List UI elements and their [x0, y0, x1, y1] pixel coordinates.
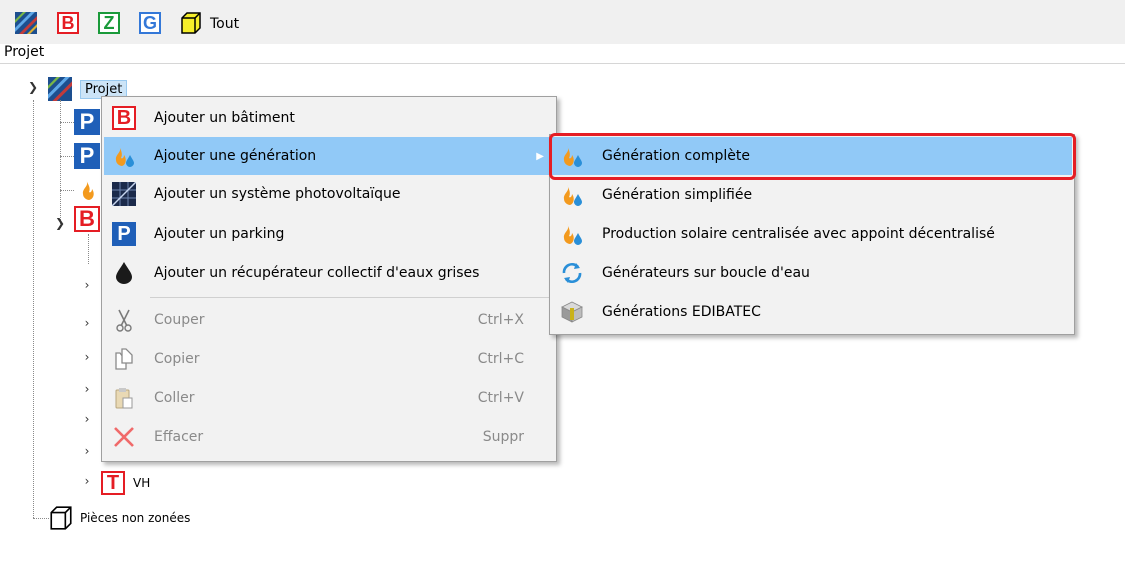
chevron-right-icon[interactable]: › — [80, 350, 94, 364]
tree-line — [33, 100, 34, 518]
menu-item-label: Ajouter un bâtiment — [154, 110, 295, 126]
menu-item-cut[interactable]: Couper Ctrl+X — [104, 301, 554, 339]
building-filter-button[interactable]: B — [55, 10, 81, 36]
submenu-arrow-icon: ▶ — [536, 150, 544, 162]
all-filter-button[interactable] — [178, 10, 204, 36]
submenu-item-centralized-solar[interactable]: Production solaire centralisée avec appo… — [552, 215, 1072, 253]
menu-item-add-photovoltaic[interactable]: Ajouter un système photovoltaïque — [104, 175, 554, 213]
menu-item-shortcut: Ctrl+C — [477, 351, 524, 367]
chevron-right-icon[interactable]: › — [80, 382, 94, 396]
chevron-right-icon[interactable]: › — [80, 412, 94, 426]
building-b-icon: B — [57, 12, 79, 34]
flame-drop-icon — [560, 222, 584, 246]
menu-item-label: Effacer — [154, 429, 204, 445]
zone-filter-button[interactable]: Z — [96, 10, 122, 36]
parking-p-icon: P — [112, 222, 136, 246]
menu-item-label: Ajouter un récupérateur collectif d'eaux… — [154, 265, 480, 281]
menu-item-paste[interactable]: Coller Ctrl+V — [104, 379, 554, 417]
context-menu: B Ajouter un bâtiment Ajouter une généra… — [101, 96, 557, 462]
tree-label-unzoned: Pièces non zonées — [80, 511, 191, 525]
panel-divider — [0, 63, 1125, 64]
tree-node-batiment[interactable]: B — [74, 206, 100, 232]
tree-node-generation[interactable] — [78, 177, 98, 203]
empty-cube-icon — [50, 506, 72, 530]
submenu-item-full-generation[interactable]: Génération complète — [552, 137, 1072, 175]
all-filter-label[interactable]: Tout — [210, 16, 239, 32]
type-t-icon: T — [101, 471, 125, 495]
menu-item-shortcut: Ctrl+V — [477, 390, 524, 406]
zone-z-icon: Z — [98, 12, 120, 34]
group-filter-button[interactable]: G — [137, 10, 163, 36]
flame-drop-icon — [560, 144, 584, 168]
parking-p-icon: P — [74, 143, 100, 169]
tree-line — [60, 156, 74, 157]
menu-item-label: Copier — [154, 351, 200, 367]
group-g-icon: G — [139, 12, 161, 34]
yellow-cube-icon — [181, 12, 201, 34]
submenu-item-simplified-generation[interactable]: Génération simplifiée — [552, 176, 1072, 214]
tree-line — [88, 234, 89, 264]
flame-icon — [82, 180, 94, 200]
tree-node-parking-1[interactable]: P — [74, 109, 100, 135]
generation-submenu: Génération complète Génération simplifié… — [549, 134, 1075, 335]
project-view-button[interactable] — [14, 10, 38, 36]
menu-item-add-building[interactable]: B Ajouter un bâtiment — [104, 99, 554, 137]
chevron-down-icon[interactable]: ❯ — [53, 216, 67, 230]
delete-x-icon — [112, 425, 136, 449]
menu-item-add-parking[interactable]: P Ajouter un parking — [104, 215, 554, 253]
tree-node-parking-2[interactable]: P — [74, 143, 100, 169]
submenu-item-label: Production solaire centralisée avec appo… — [602, 226, 995, 242]
flame-drop-icon — [560, 183, 584, 207]
menu-item-label: Couper — [154, 312, 205, 328]
menu-item-add-greywater-recuperator[interactable]: Ajouter un récupérateur collectif d'eaux… — [104, 254, 554, 292]
building-b-icon: B — [74, 206, 100, 232]
building-b-icon: B — [112, 106, 136, 130]
project-stripes-icon — [15, 12, 37, 34]
tree-node-vh[interactable]: T VH — [101, 470, 150, 496]
submenu-item-label: Générateurs sur boucle d'eau — [602, 265, 810, 281]
menu-separator — [150, 297, 550, 298]
menu-item-label: Ajouter un parking — [154, 226, 285, 242]
chevron-right-icon[interactable]: › — [80, 474, 94, 488]
panel-title: Projet — [4, 44, 45, 60]
menu-item-shortcut: Suppr — [482, 429, 524, 445]
water-drop-icon — [112, 261, 136, 285]
copy-icon — [112, 347, 136, 371]
chevron-right-icon[interactable]: › — [80, 278, 94, 292]
submenu-item-label: Générations EDIBATEC — [602, 304, 761, 320]
submenu-item-label: Génération simplifiée — [602, 187, 753, 203]
menu-item-label: Ajouter un système photovoltaïque — [154, 186, 401, 202]
tree-line — [60, 122, 74, 123]
tree-label-vh: VH — [133, 476, 151, 490]
menu-item-shortcut: Ctrl+X — [477, 312, 524, 328]
flame-drop-icon — [112, 144, 136, 168]
chevron-down-icon[interactable]: ❯ — [26, 80, 40, 94]
edibatec-box-icon — [560, 300, 584, 324]
submenu-item-water-loop[interactable]: Générateurs sur boucle d'eau — [552, 254, 1072, 292]
scissors-icon — [112, 308, 136, 332]
project-stripes-icon — [48, 77, 72, 101]
menu-item-label: Coller — [154, 390, 195, 406]
menu-item-label: Ajouter une génération — [154, 148, 317, 164]
chevron-right-icon[interactable]: › — [80, 444, 94, 458]
menu-item-delete[interactable]: Effacer Suppr — [104, 418, 554, 456]
tree-line — [33, 518, 49, 519]
paste-icon — [112, 386, 136, 410]
menu-item-copy[interactable]: Copier Ctrl+C — [104, 340, 554, 378]
submenu-item-label: Génération complète — [602, 148, 750, 164]
solar-panel-icon — [112, 182, 136, 206]
chevron-right-icon[interactable]: › — [80, 316, 94, 330]
tree-line — [60, 100, 61, 228]
parking-p-icon: P — [74, 109, 100, 135]
toolbar: B Z G Tout — [0, 0, 1125, 44]
submenu-item-edibatec[interactable]: Générations EDIBATEC — [552, 293, 1072, 331]
tree-line — [60, 190, 74, 191]
tree-node-unzoned[interactable]: Pièces non zonées — [48, 505, 190, 531]
refresh-loop-icon — [560, 261, 584, 285]
menu-item-add-generation[interactable]: Ajouter une génération ▶ — [104, 137, 554, 175]
